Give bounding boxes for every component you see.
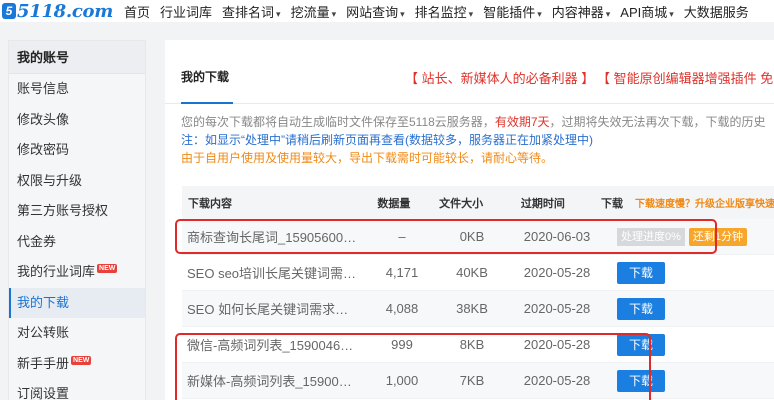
sidebar-title: 我的账号 [9, 41, 145, 74]
cell-expire: 2020-05-28 [523, 265, 591, 280]
notice-validity: 有效期7天 [494, 115, 550, 129]
main-panel: 我的下载 【 站长、新媒体人的必备利器 】 【 智能原创编辑器增强插件 免费 您… [165, 40, 774, 400]
cell-name: 微信-高频词列表_1590046… [187, 338, 354, 353]
download-button[interactable]: 下载 [617, 297, 665, 320]
downloads-table: 下载内容 数据量 文件大小 过期时间 下载 下载速度慢？升级企业版享快速下 商标… [182, 186, 774, 399]
active-tab-indicator [181, 102, 233, 104]
cell-expire: 2020-05-28 [523, 337, 591, 352]
cell-action: 下载 [607, 369, 774, 392]
new-badge: NEW [71, 355, 92, 365]
table-row: 商标查询长尾词_15905600… – 0KB 2020-06-03 处理进度0% 还剩1… [182, 219, 774, 255]
nav-item-0[interactable]: 首页 [119, 2, 155, 21]
logo-text: 5118.com [17, 0, 113, 22]
nav-item-2[interactable]: 查排名词 ▾ [217, 2, 286, 21]
time-remaining-badge: 还剩1分钟 [688, 227, 748, 246]
table-row: 微信-高频词列表_1590046… 999 8KB 2020-05-28 下载 [182, 327, 774, 363]
promo-link-webmaster-tools[interactable]: 【 站长、新媒体人的必备利器 】 [405, 68, 594, 87]
cell-action: 下载 [607, 297, 774, 320]
download-notice: 您的每次下载都将自动生成临时文件保存至5118云服务器，有效期7天，过期将失效无… [181, 113, 774, 167]
cell-size: 0KB [459, 229, 485, 244]
cell-action: 下载 [607, 261, 774, 284]
sidebar-item-7[interactable]: 我的下载 [9, 287, 145, 318]
chevron-down-icon: ▾ [605, 8, 611, 19]
download-button[interactable]: 下载 [617, 333, 665, 356]
cell-action: 处理进度0% 还剩1分钟 [607, 227, 774, 246]
cell-size: 38KB [456, 301, 488, 316]
cell-name: SEO 如何长尾关键词需求… [187, 302, 349, 317]
logo-mark-icon: 5 [2, 3, 16, 19]
table-row: 新媒体-高频词列表_15900… 1,000 7KB 2020-05-28 下载 [182, 363, 774, 399]
sidebar-item-0[interactable]: 账号信息 [9, 74, 145, 105]
cell-name: 商标查询长尾词_15905600… [187, 230, 357, 245]
cell-count: 4,171 [385, 265, 419, 280]
chevron-down-icon: ▾ [276, 8, 281, 19]
nav-item-8[interactable]: API商城 ▾ [615, 2, 679, 21]
cell-expire: 2020-05-28 [523, 301, 591, 316]
notice-line-storage: 您的每次下载都将自动生成临时文件保存至5118云服务器，有效期7天，过期将失效无… [181, 115, 766, 129]
chevron-down-icon: ▾ [669, 8, 674, 19]
sidebar-item-9[interactable]: 新手手册 NEW [9, 349, 145, 380]
cell-count: 4,088 [385, 301, 419, 316]
account-sidebar: 我的账号 账号信息 修改头像 修改密码 权限与升级 第三方账号授权 代金券 我的行业词库 NE… [8, 40, 146, 400]
promo-link-editor-plugin[interactable]: 【 智能原创编辑器增强插件 免费 [597, 68, 774, 87]
sidebar-item-6[interactable]: 我的行业词库 NEW [9, 257, 145, 288]
cell-count: 1,000 [385, 373, 419, 388]
nav-menu: 首页 行业词库 查排名词 ▾ 挖流量 ▾ 网站查询 ▾ 排名监控 ▾ 智能插件 ▾ 内容神器 ▾ API商城… [119, 2, 754, 21]
cell-count: – [398, 229, 406, 244]
sidebar-item-2[interactable]: 修改密码 [9, 135, 145, 166]
processing-progress-badge: 处理进度0% [617, 227, 685, 246]
header-action: 下载 下载速度慢？升级企业版享快速下 [591, 195, 774, 211]
sidebar-item-10[interactable]: 订阅设置 [9, 379, 145, 400]
notice-line-wait: 由于自用户使用及使用量较大，导出下载需时可能较长，请耐心等待。 [181, 151, 554, 165]
nav-item-7[interactable]: 内容神器 ▾ [547, 2, 616, 21]
header-size: 文件大小 [439, 197, 484, 210]
cell-size: 7KB [459, 373, 485, 388]
sidebar-item-8[interactable]: 对公转账 [9, 318, 145, 349]
chevron-down-icon: ▾ [537, 8, 542, 19]
cell-name: SEO seo培训长尾关键词需… [187, 266, 357, 281]
tab-my-downloads[interactable]: 我的下载 [181, 68, 229, 85]
table-row: SEO seo培训长尾关键词需… 4,171 40KB 2020-05-28 下载 [182, 255, 774, 291]
upgrade-hint-link[interactable]: 下载速度慢？升级企业版享快速下 [635, 195, 774, 210]
sidebar-item-4[interactable]: 第三方账号授权 [9, 196, 145, 227]
table-row: SEO 如何长尾关键词需求… 4,088 38KB 2020-05-28 下载 [182, 291, 774, 327]
header-count: 数据量 [377, 197, 411, 210]
nav-item-9[interactable]: 大数据服务 [679, 2, 754, 21]
top-navigation-bar: 5 5118.com 首页 行业词库 查排名词 ▾ 挖流量 ▾ 网站查询 ▾ 排名监控 ▾ 智能插件… [0, 0, 774, 22]
nav-item-4[interactable]: 网站查询 ▾ [341, 2, 410, 21]
new-badge: NEW [97, 264, 118, 273]
download-button[interactable]: 下载 [617, 261, 665, 284]
chevron-down-icon: ▾ [331, 8, 337, 19]
cell-action: 下载 [607, 333, 774, 356]
sidebar-item-1[interactable]: 修改头像 [9, 105, 145, 136]
sidebar-item-3[interactable]: 权限与升级 [9, 166, 145, 197]
cell-expire: 2020-05-28 [523, 373, 591, 388]
sidebar-item-5[interactable]: 代金券 [9, 227, 145, 258]
cell-count: 999 [391, 337, 413, 352]
table-header: 下载内容 数据量 文件大小 过期时间 下载 下载速度慢？升级企业版享快速下 [182, 186, 774, 219]
tab-bar: 我的下载 【 站长、新媒体人的必备利器 】 【 智能原创编辑器增强插件 免费 [165, 40, 774, 104]
notice-line-processing: 注：如显示“处理中”请稍后刷新页面再查看(数据较多，服务器正在加紧处理中) [181, 133, 593, 147]
chevron-down-icon: ▾ [400, 8, 405, 19]
nav-item-5[interactable]: 排名监控 ▾ [410, 2, 479, 21]
nav-item-1[interactable]: 行业词库 [155, 2, 217, 21]
header-expire: 过期时间 [520, 197, 565, 210]
site-logo[interactable]: 5 5118.com [0, 0, 113, 22]
cell-size: 8KB [459, 337, 485, 352]
nav-item-3[interactable]: 挖流量 ▾ [286, 2, 342, 21]
cell-name: 新媒体-高频词列表_15900… [187, 374, 352, 389]
nav-item-6[interactable]: 智能插件 ▾ [478, 2, 547, 21]
download-button[interactable]: 下载 [617, 369, 665, 392]
cell-expire: 2020-06-03 [523, 229, 591, 244]
chevron-down-icon: ▾ [468, 8, 474, 19]
header-name: 下载内容 [188, 197, 232, 210]
cell-size: 40KB [456, 265, 488, 280]
